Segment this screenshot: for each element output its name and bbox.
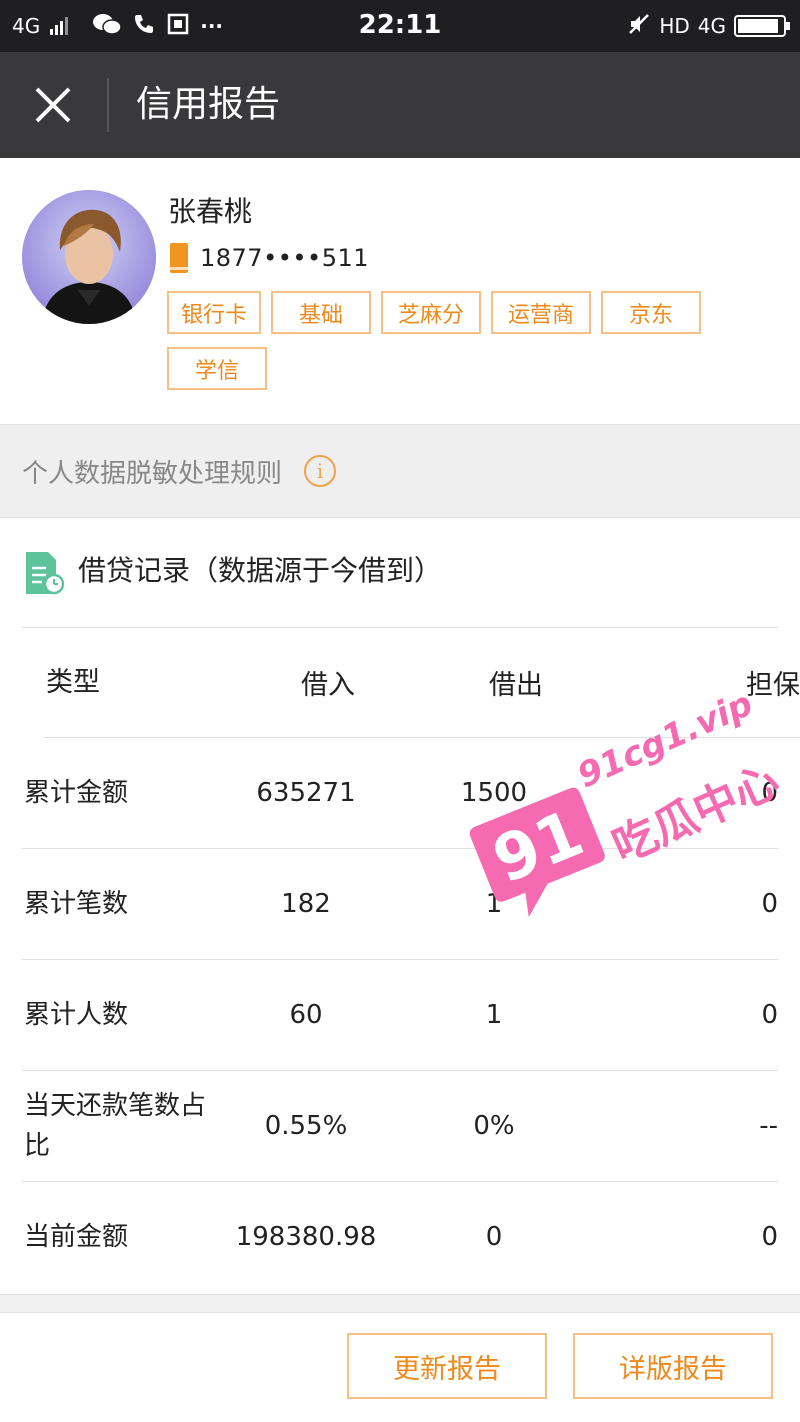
row-label: 累计人数 <box>24 1000 129 1030</box>
table-row: 当前金额 198380.98 0 0 <box>22 1182 778 1292</box>
row-label: 累计笔数 <box>24 889 129 919</box>
page-title: 信用报告 <box>136 84 281 125</box>
privacy-rules-link[interactable]: 个人数据脱敏处理规则 i <box>0 424 800 518</box>
tag-bank-card[interactable]: 银行卡 <box>167 291 262 334</box>
footer-gap <box>0 1294 800 1312</box>
table-row: 累计人数 60 1 0 <box>22 960 778 1071</box>
title-divider <box>107 78 109 132</box>
info-icon[interactable]: i <box>304 455 337 487</box>
loan-records-table: 类型 借入 借出 担保 累计金额 635271 1500 0 累计笔数 182 … <box>0 628 800 1292</box>
cell-guarantee: 0 <box>761 1000 778 1030</box>
avatar <box>22 190 156 324</box>
table-row: 累计笔数 182 1 0 <box>22 849 778 960</box>
cell-guarantee: 0 <box>761 778 778 808</box>
profile-card: 张春桃 1877••••511 银行卡 基础 芝麻分 运营商 京东 学信 <box>0 158 800 424</box>
phone-icon <box>170 243 188 273</box>
mute-icon <box>627 12 651 41</box>
cell-borrow-out: 0 <box>485 1222 503 1252</box>
tag-carrier[interactable]: 运营商 <box>491 291 592 334</box>
tag-jd[interactable]: 京东 <box>601 291 702 334</box>
user-name: 张春桃 <box>168 195 253 228</box>
footer-bar: 更新报告 详版报告 <box>0 1312 800 1422</box>
tag-sesame-score[interactable]: 芝麻分 <box>381 291 482 334</box>
section-title: 借贷记录（数据源于今借到） <box>78 554 443 587</box>
cell-guarantee: -- <box>759 1111 778 1141</box>
table-row: 累计金额 635271 1500 0 <box>22 738 778 849</box>
phone-row: 1877••••511 <box>170 242 369 274</box>
document-icon <box>24 550 65 596</box>
row-label: 当前金额 <box>24 1222 129 1252</box>
title-bar: 信用报告 <box>0 52 800 158</box>
status-right: HD 4G <box>627 10 790 42</box>
cell-borrow-out: 0% <box>473 1111 515 1141</box>
row-label: 累计金额 <box>24 778 129 808</box>
close-button[interactable] <box>20 74 86 136</box>
cell-borrow-in: 0.55% <box>264 1111 348 1141</box>
verification-tags: 银行卡 基础 芝麻分 运营商 京东 学信 <box>167 291 727 390</box>
table-row: 当天还款笔数占比 0.55% 0% -- <box>22 1071 778 1182</box>
network-right-label: 4G <box>697 14 726 38</box>
privacy-rules-label: 个人数据脱敏处理规则 <box>22 458 283 489</box>
cell-borrow-out: 1 <box>485 1000 503 1030</box>
close-icon <box>35 87 71 123</box>
detailed-report-button[interactable]: 详版报告 <box>573 1333 773 1399</box>
battery-icon <box>734 15 790 37</box>
cell-borrow-out: 1500 <box>460 778 528 808</box>
status-bar: 4G ··· 22:11 HD 4G <box>0 0 800 52</box>
col-header-borrow-out: 借出 <box>489 670 543 701</box>
cell-borrow-in: 182 <box>281 889 331 919</box>
col-header-type: 类型 <box>46 666 100 698</box>
cell-guarantee: 0 <box>761 889 778 919</box>
row-label: 当天还款笔数占比 <box>24 1091 207 1161</box>
col-header-borrow-in: 借入 <box>301 670 355 701</box>
loan-records-header: 借贷记录（数据源于今借到） <box>0 518 800 628</box>
cell-borrow-in: 635271 <box>256 778 356 808</box>
cell-guarantee: 0 <box>761 1222 778 1252</box>
table-header-row: 类型 借入 借出 担保 <box>44 628 800 738</box>
refresh-report-button[interactable]: 更新报告 <box>347 1333 547 1399</box>
col-header-guarantee: 担保 <box>746 670 800 701</box>
tag-basic[interactable]: 基础 <box>271 291 372 334</box>
hd-label: HD <box>659 14 690 38</box>
tag-education[interactable]: 学信 <box>167 347 267 390</box>
cell-borrow-in: 60 <box>289 1000 323 1030</box>
phone-number: 1877••••511 <box>200 244 370 272</box>
cell-borrow-in: 198380.98 <box>235 1222 377 1252</box>
cell-borrow-out: 1 <box>485 889 503 919</box>
